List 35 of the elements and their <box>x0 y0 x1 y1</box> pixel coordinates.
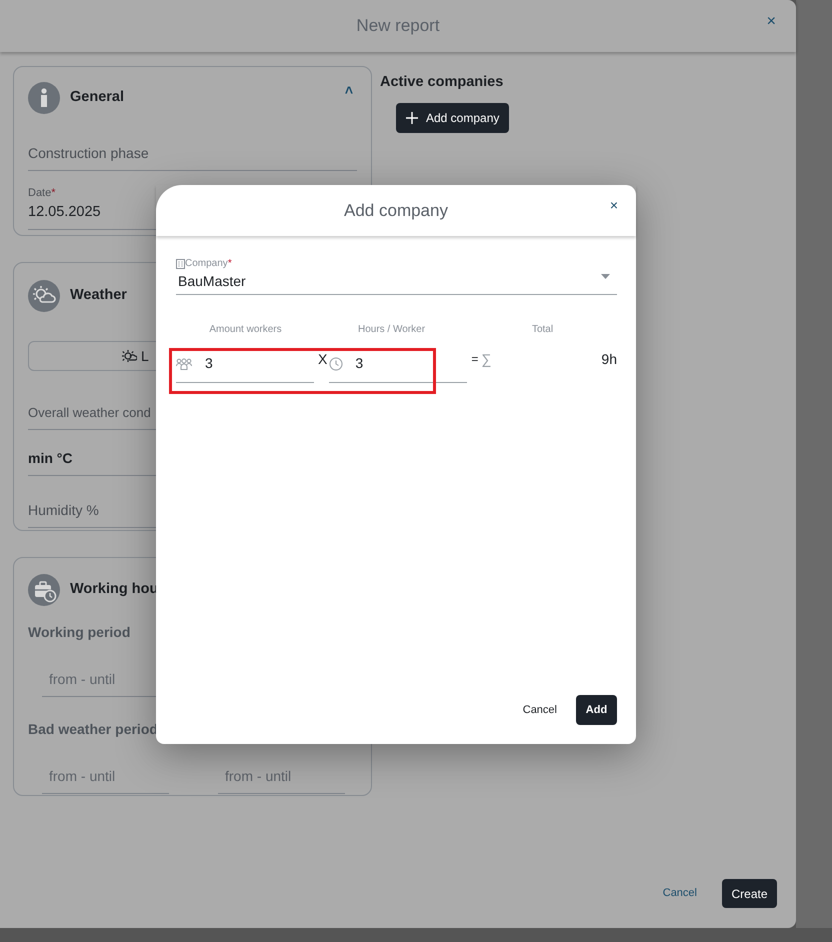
building-icon <box>176 258 185 268</box>
weather-icon <box>28 280 60 312</box>
sum-symbol: ∑ <box>481 350 492 369</box>
field-label: Working period <box>28 623 130 642</box>
text-field[interactable]: Construction phase <box>28 139 357 171</box>
column-header: Hours / Worker <box>358 324 426 335</box>
section-title: General <box>70 88 124 108</box>
add-button[interactable]: Add <box>576 695 617 725</box>
column-header: Amount workers <box>209 324 282 335</box>
collapse-toggle[interactable]: ˄ <box>340 81 357 99</box>
hours-input[interactable]: 3 <box>329 345 468 383</box>
info-icon <box>28 82 60 114</box>
cancel-button[interactable]: Cancel <box>662 884 698 903</box>
caret-down-icon <box>601 274 610 279</box>
sun-icon <box>121 349 137 363</box>
company-select[interactable]: Company* BauMaster <box>176 256 617 295</box>
clock-icon <box>329 356 344 370</box>
workers-input[interactable]: 3 <box>176 345 314 383</box>
plus-icon <box>406 112 418 124</box>
column-header: Total <box>532 324 554 335</box>
close-button[interactable]: × <box>762 12 780 32</box>
section-title: Weather <box>70 286 127 306</box>
section-title: Active companies <box>380 73 504 92</box>
total-value: 9h <box>601 350 617 368</box>
briefcase-clock-icon <box>28 574 60 606</box>
equals-sign: = <box>471 351 478 368</box>
close-button[interactable]: × <box>606 196 622 214</box>
add-company-button[interactable]: Add company <box>396 102 510 133</box>
dialog-title: New report <box>356 15 440 38</box>
field-label: Date* <box>28 186 56 201</box>
multiply-sign: X <box>318 350 328 368</box>
dialog-title: Add company <box>344 200 448 222</box>
cancel-button[interactable]: Cancel <box>522 700 558 720</box>
group-icon <box>176 358 192 370</box>
create-button[interactable]: Create <box>722 879 777 908</box>
